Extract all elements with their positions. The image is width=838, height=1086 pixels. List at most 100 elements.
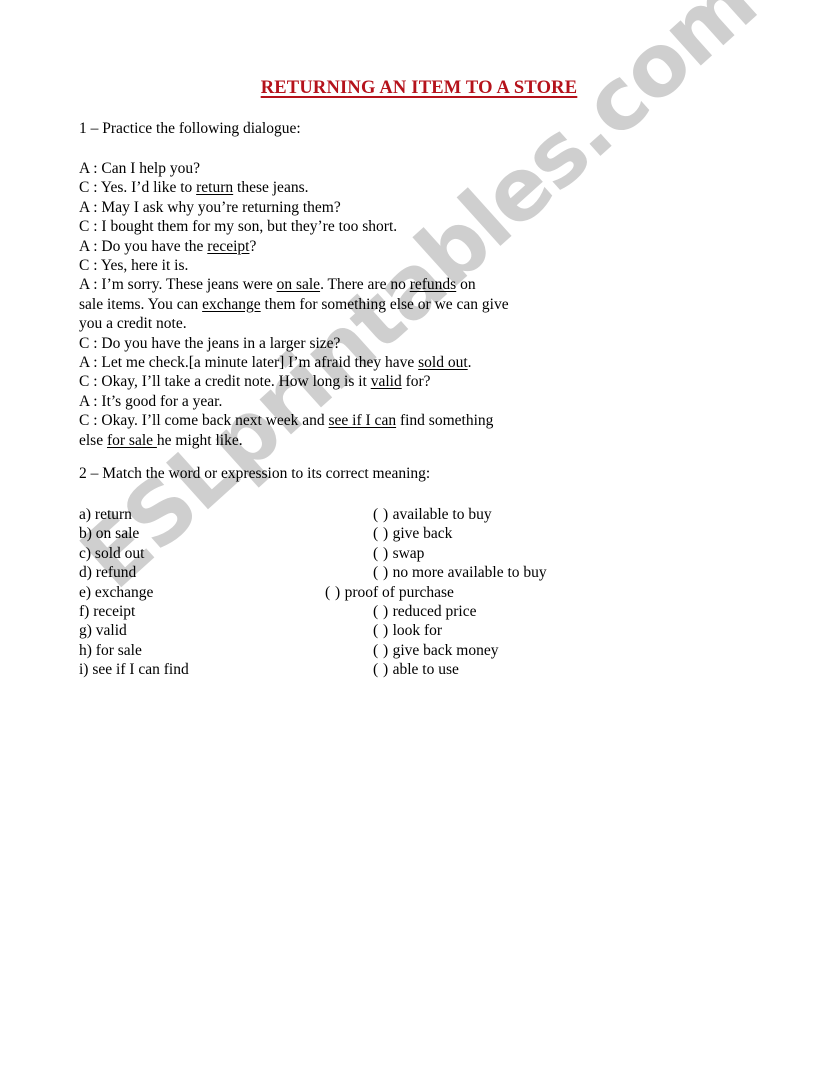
match-row: d) refund ( ) no more available to buy: [0, 563, 838, 582]
dialogue-text: .: [467, 354, 472, 372]
vocabulary-term: on sale: [276, 276, 321, 294]
dialogue-text: Yes, here it is.: [100, 257, 189, 275]
match-row: f) receipt ( ) reduced price: [0, 602, 838, 621]
vocabulary-term: sold out: [418, 354, 468, 372]
dialogue-text: you a credit note.: [79, 315, 187, 333]
match-definition: ( ) give back money: [373, 641, 498, 660]
dialogue-line: C : I bought them for my son, but they’r…: [79, 217, 679, 236]
dialogue-text: Do you have the jeans in a larger size?: [101, 334, 341, 352]
match-definition: ( ) proof of purchase: [325, 583, 454, 602]
dialogue-line: you a credit note.: [79, 314, 679, 333]
dialogue-speaker: C :: [79, 179, 101, 197]
match-term: f) receipt: [79, 602, 136, 620]
match-term: g) valid: [79, 622, 127, 640]
worksheet-page: ESLprintables.com RETURNING AN ITEM TO A…: [0, 0, 838, 1086]
dialogue-text: for?: [401, 373, 431, 391]
dialogue-line: else for sale he might like.: [79, 431, 679, 450]
dialogue-line: C : Do you have the jeans in a larger si…: [79, 334, 679, 353]
vocabulary-term: refunds: [409, 276, 457, 294]
match-definition: ( ) able to use: [373, 660, 459, 679]
match-row: e) exchange ( ) proof of purchase: [0, 583, 838, 602]
dialogue-line: C : Okay, I’ll take a credit note. How l…: [79, 372, 679, 391]
match-definition-text: give back: [388, 525, 453, 543]
dialogue-text: he might like.: [156, 431, 243, 449]
dialogue-text: Yes. I’d like to: [100, 179, 197, 197]
answer-blank[interactable]: ( ): [373, 545, 389, 562]
match-term: c) sold out: [79, 544, 145, 562]
task1-heading: 1 – Practice the following dialogue:: [79, 120, 301, 137]
answer-blank[interactable]: ( ): [373, 564, 389, 581]
dialogue-text: It’s good for a year.: [101, 392, 223, 410]
worksheet-content: RETURNING AN ITEM TO A STORE 1 – Practic…: [0, 0, 838, 1086]
match-definition-text: look for: [388, 622, 443, 640]
dialogue-text: May I ask why you’re returning them?: [101, 198, 341, 216]
dialogue-speaker: C :: [79, 412, 102, 430]
answer-blank[interactable]: ( ): [373, 603, 389, 620]
vocabulary-term: receipt: [207, 237, 250, 255]
dialogue-text: I bought them for my son, but they’re to…: [101, 218, 398, 236]
vocabulary-term: see if I can: [328, 412, 397, 430]
dialogue-line: C : Yes, here it is.: [79, 256, 679, 275]
match-definition-text: swap: [388, 544, 425, 562]
vocabulary-term: for sale: [106, 431, 157, 449]
dialogue-speaker: A :: [79, 276, 102, 294]
match-definition-text: proof of purchase: [340, 583, 454, 601]
dialogue-line: C : Okay. I’ll come back next week and s…: [79, 411, 679, 430]
match-definition: ( ) look for: [373, 621, 442, 640]
dialogue-speaker: C :: [79, 218, 102, 236]
match-definition: ( ) swap: [373, 544, 424, 563]
dialogue-text: on: [456, 276, 476, 294]
dialogue-speaker: C :: [79, 257, 101, 275]
match-term: a) return: [79, 506, 132, 523]
dialogue-text: find something: [396, 412, 494, 430]
page-title-text: RETURNING AN ITEM TO A STORE: [260, 78, 578, 98]
dialogue-text: them for something else or we can give: [260, 295, 509, 313]
dialogue-text: Let me check.[a minute later] I’m afraid…: [101, 354, 419, 372]
dialogue-speaker: A :: [79, 160, 102, 177]
answer-blank[interactable]: ( ): [325, 584, 341, 601]
dialogue-line: A : Can I help you?: [79, 159, 679, 178]
match-definition-text: able to use: [388, 661, 459, 679]
match-row: i) see if I can find ( ) able to use: [0, 660, 838, 679]
dialogue-speaker: C :: [79, 334, 102, 352]
vocabulary-term: valid: [370, 373, 402, 391]
match-definition-text: give back money: [388, 641, 499, 659]
matching-exercise: a) return ( ) available to buy b) on sale (…: [0, 505, 838, 680]
page-title: RETURNING AN ITEM TO A STORE: [0, 78, 838, 99]
match-definition-text: no more available to buy: [388, 564, 547, 582]
dialogue-line: A : It’s good for a year.: [79, 392, 679, 411]
dialogue-text: Do you have the: [101, 237, 208, 255]
match-term: e) exchange: [79, 583, 154, 601]
match-term: d) refund: [79, 564, 137, 582]
task2-heading: 2 – Match the word or expression to its …: [79, 465, 431, 482]
answer-blank[interactable]: ( ): [373, 506, 389, 523]
dialogue-speaker: C :: [79, 373, 102, 391]
match-term: i) see if I can find: [79, 661, 189, 679]
dialogue-text: Okay. I’ll come back next week and: [101, 412, 329, 430]
dialogue-line: A : I’m sorry. These jeans were on sale.…: [79, 275, 679, 294]
vocabulary-term: exchange: [202, 295, 261, 313]
dialogue-line: A : Let me check.[a minute later] I’m af…: [79, 353, 679, 372]
match-definition-text: available to buy: [388, 506, 492, 523]
match-row: c) sold out ( ) swap: [0, 544, 838, 563]
answer-blank[interactable]: ( ): [373, 661, 389, 678]
answer-blank[interactable]: ( ): [373, 622, 389, 639]
dialogue-text: ?: [249, 237, 257, 255]
match-definition: ( ) available to buy: [373, 505, 492, 524]
dialogue-speaker: A :: [79, 198, 102, 216]
match-term: b) on sale: [79, 525, 140, 543]
answer-blank[interactable]: ( ): [373, 525, 389, 542]
match-definition-text: reduced price: [388, 602, 477, 620]
dialogue-block: A : Can I help you? C : Yes. I’d like to …: [79, 159, 679, 450]
match-definition: ( ) no more available to buy: [373, 563, 547, 582]
match-row: a) return ( ) available to buy: [0, 505, 838, 524]
answer-blank[interactable]: ( ): [373, 642, 389, 659]
dialogue-text: else: [79, 431, 107, 449]
dialogue-text: these jeans.: [233, 179, 309, 197]
dialogue-speaker: A :: [79, 354, 102, 372]
dialogue-text: sale items. You can: [79, 295, 203, 313]
dialogue-line: C : Yes. I’d like to return these jeans.: [79, 178, 679, 197]
dialogue-speaker: A :: [79, 237, 102, 255]
match-term: h) for sale: [79, 641, 142, 659]
dialogue-speaker: A :: [79, 392, 102, 410]
